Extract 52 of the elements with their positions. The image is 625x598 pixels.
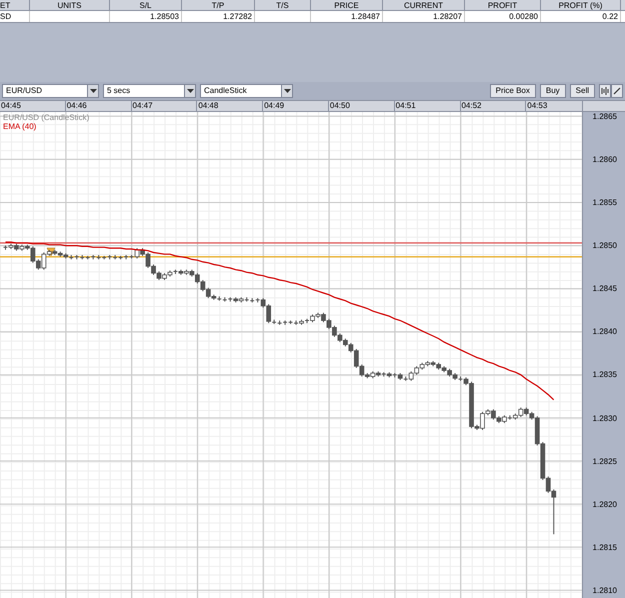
toolbar-button[interactable]: Price Box bbox=[490, 84, 536, 98]
table-cell: 1.27282 bbox=[223, 12, 252, 21]
legend-label: EMA (40) bbox=[3, 122, 38, 131]
price-label: 1.2855 bbox=[592, 198, 617, 208]
price-label: 1.2835 bbox=[592, 370, 617, 380]
table-cell: 0.22 bbox=[602, 12, 618, 21]
column-header[interactable]: UNITS bbox=[30, 0, 110, 10]
price-label: 1.2820 bbox=[592, 500, 617, 509]
price-label: 1.2865 bbox=[592, 112, 617, 121]
price-label: 1.2815 bbox=[592, 542, 617, 552]
dropdown[interactable]: EUR/USD bbox=[2, 84, 99, 98]
column-header[interactable]: PRICE bbox=[311, 0, 383, 10]
price-label: 1.2860 bbox=[592, 155, 617, 164]
price-label: 1.2810 bbox=[592, 586, 617, 595]
time-label: 04:51 bbox=[396, 101, 416, 111]
price-label: 1.2825 bbox=[592, 456, 617, 466]
time-label: 04:45 bbox=[0, 101, 21, 111]
time-label: 04:53 bbox=[527, 101, 548, 111]
price-label: 1.2850 bbox=[592, 241, 617, 250]
bars-icon bbox=[601, 87, 609, 95]
time-label: 04:46 bbox=[66, 101, 87, 111]
column-header[interactable]: S/L bbox=[110, 0, 182, 10]
caret-icon bbox=[184, 85, 195, 97]
caret-icon bbox=[87, 85, 98, 97]
time-label: 04:52 bbox=[461, 101, 482, 111]
draw-line-button[interactable] bbox=[611, 84, 623, 98]
price-label: 1.2830 bbox=[592, 414, 617, 423]
column-header[interactable]: PROFIT (%) bbox=[541, 0, 621, 10]
price-label: 1.2845 bbox=[592, 284, 617, 294]
dropdown[interactable]: 5 secs bbox=[103, 84, 196, 98]
table-cell: SD bbox=[0, 12, 12, 21]
table-cell: 1.28487 bbox=[351, 12, 380, 21]
table-cell: 0.00280 bbox=[509, 12, 538, 21]
column-header[interactable]: T/P bbox=[182, 0, 255, 10]
column-header[interactable]: T/S bbox=[255, 0, 311, 10]
price-label: 1.2840 bbox=[592, 327, 617, 336]
line-icon bbox=[613, 87, 621, 95]
time-label: 04:47 bbox=[132, 101, 153, 111]
time-label: 04:50 bbox=[330, 101, 350, 111]
time-label: 04:48 bbox=[198, 101, 218, 111]
legend-label: EUR/USD (CandleStick) bbox=[3, 113, 90, 122]
indicator-button[interactable] bbox=[599, 84, 611, 98]
toolbar-button[interactable]: Sell bbox=[570, 84, 595, 98]
column-header[interactable]: PROFIT bbox=[465, 0, 541, 10]
dropdown[interactable]: CandleStick bbox=[200, 84, 293, 98]
caret-icon bbox=[281, 85, 292, 97]
table-cell: 1.28207 bbox=[433, 12, 462, 21]
column-header[interactable]: CURRENT bbox=[383, 0, 465, 10]
toolbar-button[interactable]: Buy bbox=[540, 84, 566, 98]
time-label: 04:49 bbox=[264, 101, 284, 111]
table-cell: 1.28503 bbox=[150, 12, 179, 21]
column-header[interactable]: ET bbox=[0, 0, 30, 10]
